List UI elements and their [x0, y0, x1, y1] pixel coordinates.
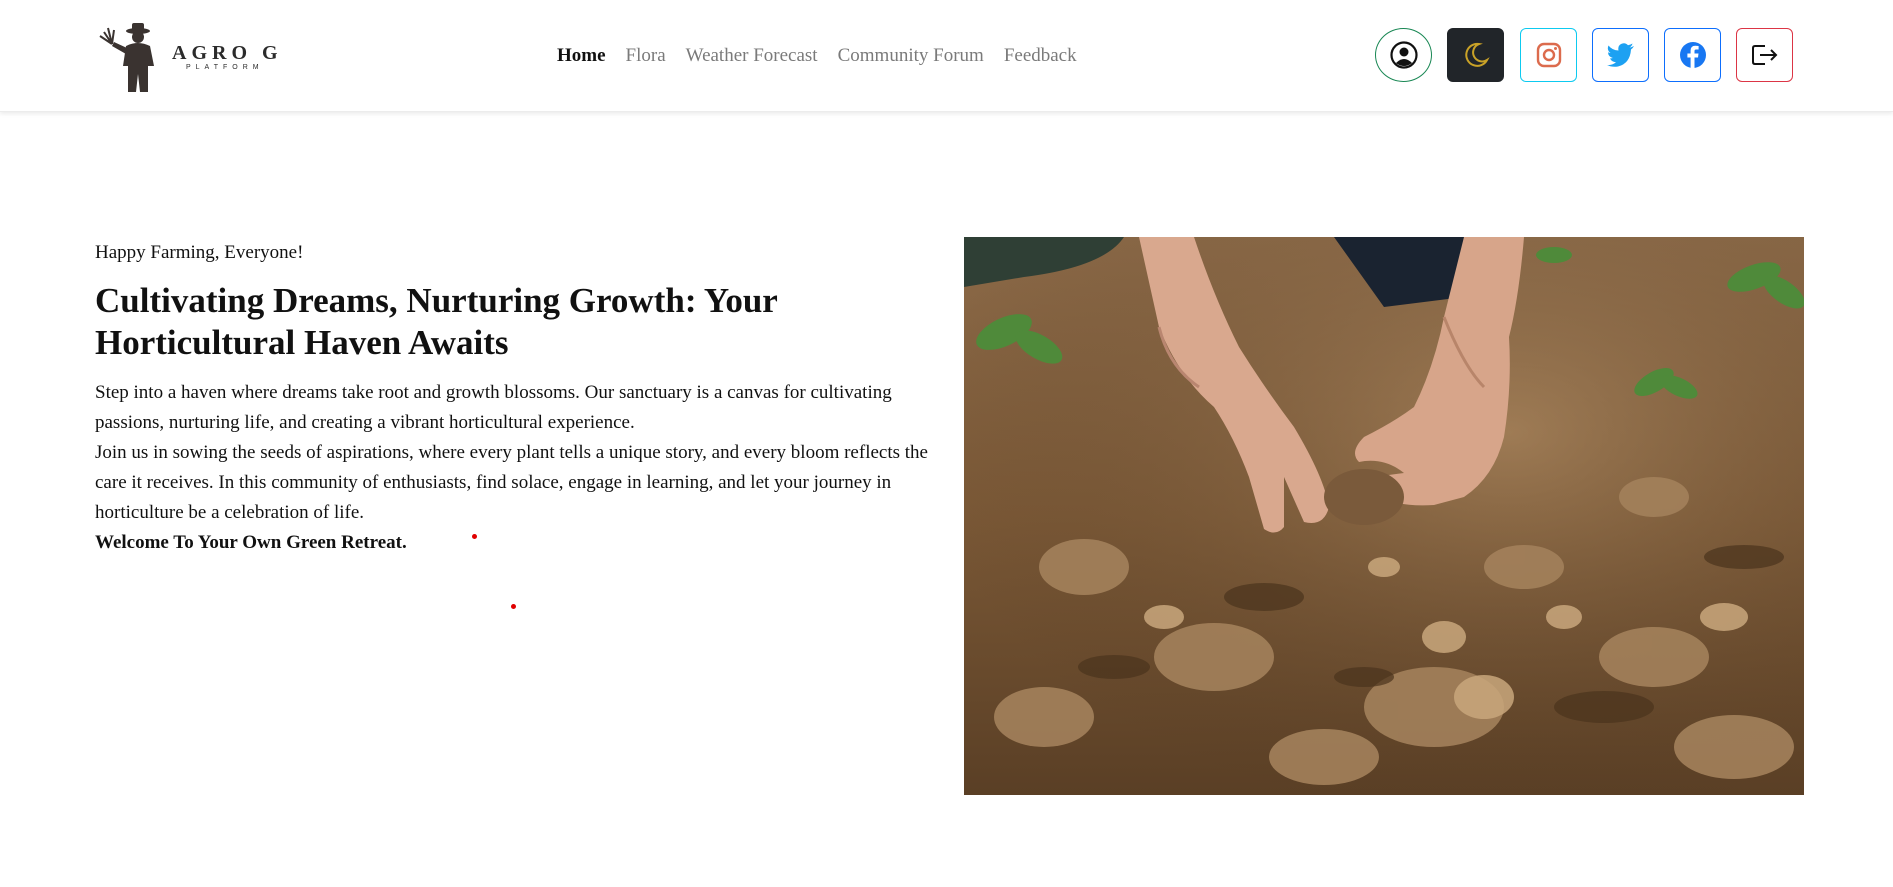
hero-headline: Cultivating Dreams, Nurturing Growth: Yo… — [95, 281, 778, 362]
nav-link-weather-forecast[interactable]: Weather Forecast — [686, 45, 818, 67]
user-circle-icon — [1389, 41, 1418, 69]
farmer-silhouette-icon — [99, 23, 154, 92]
nav-link-home[interactable]: Home — [557, 45, 606, 67]
logout-icon — [1751, 45, 1777, 65]
red-marker-dot — [472, 534, 477, 539]
hero-paragraph-1: Step into a haven where dreams take root… — [95, 382, 892, 433]
twitter-icon — [1606, 43, 1634, 67]
hero-welcome: Welcome To Your Own Green Retreat. — [95, 532, 407, 553]
profile-button[interactable] — [1375, 28, 1432, 82]
nav-link-flora[interactable]: Flora — [626, 45, 666, 67]
logout-button[interactable] — [1736, 28, 1793, 82]
twitter-button[interactable] — [1592, 28, 1649, 82]
facebook-button[interactable] — [1664, 28, 1721, 82]
brand-tagline: PLATFORM — [186, 64, 264, 71]
brand-logo[interactable]: AGRO G PLATFORM — [96, 20, 286, 92]
top-navbar: AGRO G PLATFORM Home Flora Weather Forec… — [0, 0, 1893, 112]
nav-link-community-forum[interactable]: Community Forum — [838, 45, 984, 67]
hero-paragraph-2: Join us in sowing the seeds of aspiratio… — [95, 442, 928, 523]
red-marker-dot — [511, 604, 516, 609]
main-nav: Home Flora Weather Forecast Community Fo… — [557, 44, 1097, 68]
moon-icon — [1464, 42, 1490, 67]
brand-name: AGRO G — [172, 42, 283, 64]
instagram-button[interactable] — [1520, 28, 1577, 82]
hero-image-soil-hands — [964, 237, 1804, 795]
theme-toggle-button[interactable] — [1447, 28, 1504, 82]
nav-link-feedback[interactable]: Feedback — [1004, 45, 1077, 67]
facebook-icon — [1679, 42, 1706, 68]
hero-text: Happy Farming, Everyone! Cultivating Dre… — [95, 238, 940, 558]
hero-greeting: Happy Farming, Everyone! — [95, 242, 304, 263]
instagram-icon — [1536, 42, 1561, 68]
